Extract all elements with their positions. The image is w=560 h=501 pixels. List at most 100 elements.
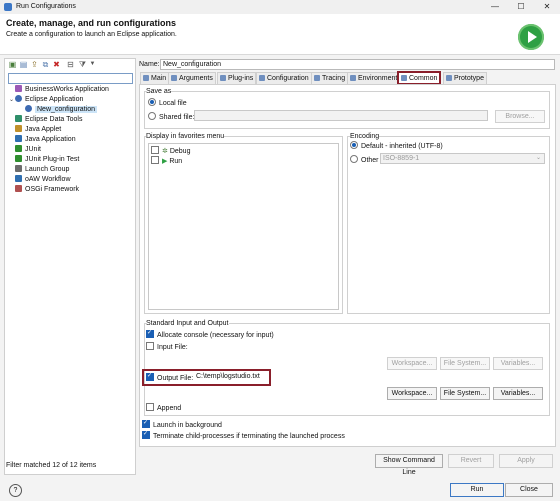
filter-status: Filter matched 12 of 12 items <box>6 462 97 469</box>
favorite-item-run[interactable]: ▶ Run <box>151 156 182 165</box>
close-window-button[interactable]: ✕ <box>536 1 558 13</box>
config-icon <box>25 105 32 112</box>
minimize-button[interactable]: — <box>484 1 506 13</box>
tab-common[interactable]: Common <box>396 71 442 85</box>
tree-item[interactable]: BusinessWorks Application <box>9 85 109 95</box>
favorites-label: Display in favorites menu <box>146 133 225 140</box>
configurations-tree-pane: ▣ ▤ ⇪ ⧉ ✖ ⊟ ⧩ ▼ BusinessWorks Applicatio… <box>4 58 136 475</box>
name-label: Name: <box>139 61 160 68</box>
output-file-highlight <box>142 369 271 386</box>
checkbox-icon <box>151 146 159 154</box>
standard-io-label: Standard Input and Output <box>146 320 229 327</box>
plugins-tab-icon <box>220 75 226 81</box>
run-button[interactable]: Run <box>450 483 504 497</box>
tree-item[interactable]: oAW Workflow <box>9 175 71 185</box>
encoding-label: Encoding <box>350 133 380 140</box>
checkbox-icon <box>142 419 150 428</box>
radio-icon <box>350 141 358 149</box>
debug-icon: ✲ <box>162 148 168 155</box>
tab-tracing[interactable]: Tracing <box>311 72 349 84</box>
prototype-tab-icon <box>446 75 452 81</box>
favorites-list[interactable]: ✲ Debug ▶ Run <box>148 143 339 310</box>
checkbox-icon <box>146 329 154 338</box>
environment-tab-icon <box>350 75 356 81</box>
checkbox-icon <box>142 430 150 439</box>
tree-item[interactable]: Eclipse Data Tools <box>9 115 82 125</box>
config-type-icon <box>15 145 22 152</box>
allocate-console-checkbox[interactable]: Allocate console (necessary for input) <box>146 329 274 339</box>
tab-environment[interactable]: Environment <box>347 72 401 84</box>
filter-input[interactable] <box>8 73 133 84</box>
local-file-radio[interactable]: Local file <box>148 98 187 107</box>
config-type-icon <box>15 165 22 172</box>
favorite-item-debug[interactable]: ✲ Debug <box>151 146 190 155</box>
config-type-icon <box>15 95 22 102</box>
output-workspace-button[interactable]: Workspace... <box>387 387 437 400</box>
run-banner-icon <box>518 24 544 50</box>
show-command-line-button[interactable]: Show Command Line <box>375 454 443 476</box>
config-type-icon <box>15 155 22 162</box>
tree-item[interactable]: JUnit Plug-in Test <box>9 155 79 165</box>
window-title: Run Configurations <box>16 3 76 10</box>
shared-file-radio[interactable]: Shared file: <box>148 112 194 121</box>
tree-item[interactable]: JUnit <box>9 145 41 155</box>
dialog-title: Create, manage, and run configurations <box>6 18 177 28</box>
tree-item[interactable]: Java Applet <box>9 125 61 135</box>
filter-menu-chevron-icon[interactable]: ▼ <box>88 60 97 69</box>
tab-prototype[interactable]: Prototype <box>443 72 487 84</box>
run-icon: ▶ <box>162 158 168 165</box>
output-filesystem-button[interactable]: File System... <box>440 387 490 400</box>
input-workspace-button[interactable]: Workspace... <box>387 357 437 370</box>
chevron-down-icon: ⌄ <box>535 155 541 161</box>
other-encoding-select[interactable]: ISO-8859-1 ⌄ <box>380 153 545 164</box>
close-button[interactable]: Close <box>505 483 553 497</box>
duplicate-icon[interactable]: ⧉ <box>41 60 50 69</box>
tracing-tab-icon <box>314 75 320 81</box>
tree-item[interactable]: Launch Group <box>9 165 69 175</box>
collapse-all-icon[interactable]: ⊟ <box>66 60 75 69</box>
config-type-icon <box>15 185 22 192</box>
input-file-checkbox[interactable]: Input File: <box>146 342 188 351</box>
terminate-child-checkbox[interactable]: Terminate child-processes if terminating… <box>142 430 345 440</box>
filter-icon[interactable]: ⧩ <box>78 60 87 69</box>
expand-chevron-icon[interactable]: ⌄ <box>9 95 15 105</box>
apply-button[interactable]: Apply <box>499 454 553 468</box>
new-config-icon[interactable]: ▣ <box>8 60 17 69</box>
checkbox-icon <box>146 342 154 350</box>
dialog-subtitle: Create a configuration to launch an Ecli… <box>6 31 177 38</box>
delete-icon[interactable]: ✖ <box>52 60 61 69</box>
export-icon[interactable]: ⇪ <box>30 60 39 69</box>
tree-item-selected[interactable]: New_configuration <box>25 105 97 115</box>
configuration-tab-icon <box>259 75 265 81</box>
tree-item[interactable]: Java Application <box>9 135 76 145</box>
input-variables-button[interactable]: Variables... <box>493 357 543 370</box>
tab-arguments[interactable]: Arguments <box>168 72 216 84</box>
other-encoding-radio[interactable]: Other <box>350 155 379 164</box>
browse-button[interactable]: Browse... <box>495 110 545 123</box>
input-filesystem-button[interactable]: File System... <box>440 357 490 370</box>
arguments-tab-icon <box>171 75 177 81</box>
config-type-icon <box>15 115 22 122</box>
shared-file-input[interactable] <box>194 110 488 121</box>
tab-configuration[interactable]: Configuration <box>256 72 312 84</box>
common-tab-content: Save as Local file Shared file: Browse..… <box>139 84 556 447</box>
main-tab-icon <box>143 75 149 81</box>
app-icon <box>4 3 12 11</box>
revert-button[interactable]: Revert <box>448 454 494 468</box>
default-encoding-radio[interactable]: Default - inherited (UTF-8) <box>350 141 443 150</box>
tab-plugins[interactable]: Plug-ins <box>217 72 257 84</box>
output-variables-button[interactable]: Variables... <box>493 387 543 400</box>
new-prototype-icon[interactable]: ▤ <box>19 60 28 69</box>
tab-main[interactable]: Main <box>140 72 170 84</box>
tree-item[interactable]: OSGi Framework <box>9 185 79 195</box>
config-type-icon <box>15 135 22 142</box>
name-input[interactable]: New_configuration <box>160 59 555 70</box>
maximize-button[interactable]: ☐ <box>510 1 532 13</box>
launch-background-checkbox[interactable]: Launch in background <box>142 419 222 429</box>
append-checkbox[interactable]: Append <box>146 403 181 412</box>
title-bar: Run Configurations — ☐ ✕ <box>0 0 560 14</box>
config-type-icon <box>15 125 22 132</box>
tree-item[interactable]: ⌄ Eclipse Application <box>9 95 83 105</box>
radio-icon <box>148 98 156 106</box>
help-icon[interactable]: ? <box>9 484 22 497</box>
